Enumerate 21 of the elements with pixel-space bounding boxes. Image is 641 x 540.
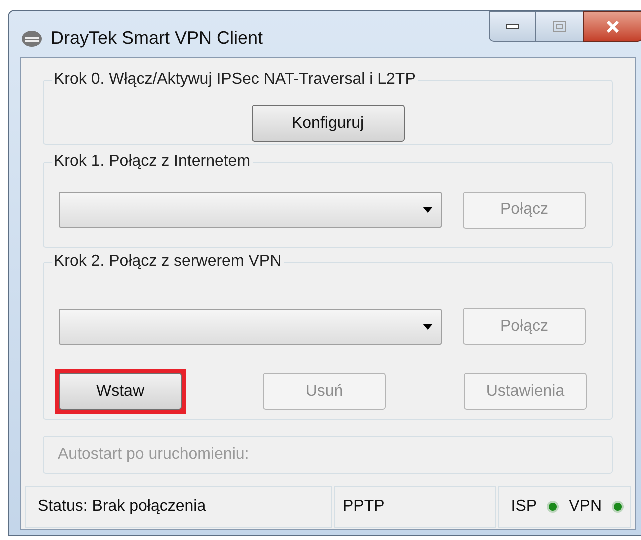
group-title: Krok 0. Włącz/Aktywuj IPSec NAT-Traversal i L2TP [52, 70, 418, 90]
close-button[interactable] [583, 11, 641, 42]
indicator-label: VPN [569, 497, 602, 517]
minimize-button[interactable] [489, 11, 536, 42]
protocol-cell: PPTP [334, 486, 496, 528]
configure-button[interactable]: Konfiguruj [252, 105, 404, 142]
window-title: DrayTek Smart VPN Client [51, 27, 264, 50]
indicator-label: ISP [511, 497, 538, 517]
dropdown[interactable] [59, 308, 442, 344]
app-icon [21, 30, 43, 48]
action-button[interactable]: Wstaw [59, 373, 182, 410]
maximize-button[interactable] [536, 11, 583, 42]
status-cell: Status: Brak połączenia [25, 486, 332, 528]
group-title: Krok 2. Połącz z serwerem VPN [52, 252, 284, 272]
close-icon [606, 20, 620, 32]
minimize-icon [506, 24, 519, 29]
maximize-icon [553, 21, 566, 32]
caret-icon [423, 324, 433, 330]
group-title: Krok 1. Połącz z Internetem [52, 152, 253, 172]
dropdown[interactable] [59, 192, 442, 228]
caret-icon [423, 207, 433, 213]
